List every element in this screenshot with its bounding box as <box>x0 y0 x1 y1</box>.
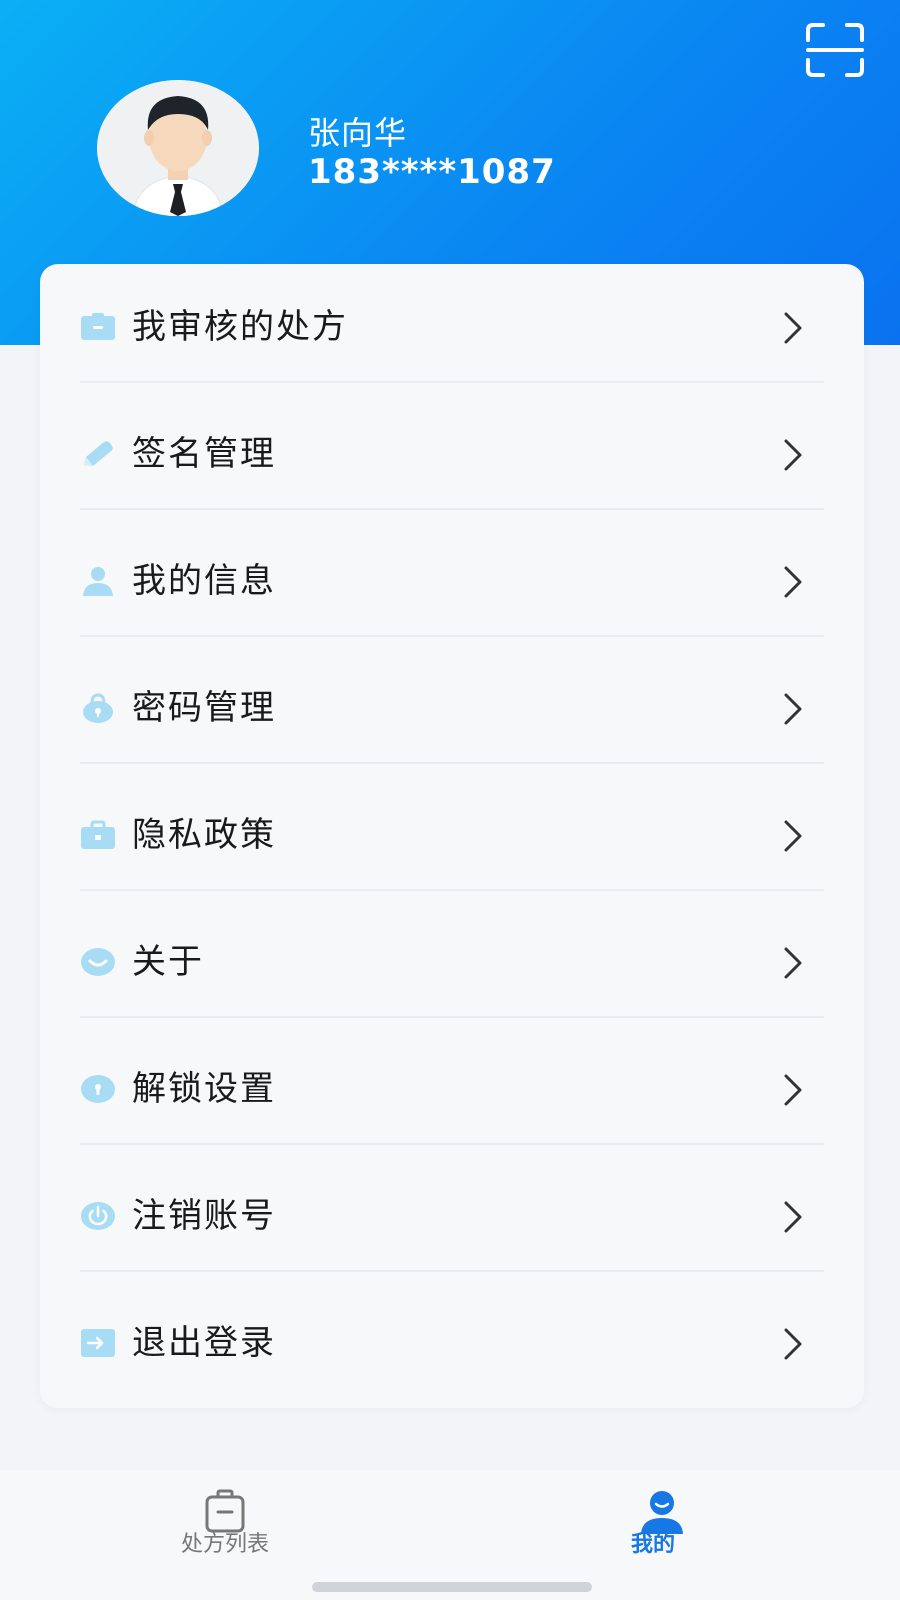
privacy-briefcase-icon <box>81 820 115 849</box>
menu-item-about[interactable]: 关于 <box>40 899 864 1026</box>
prescription-folder-icon <box>81 313 115 340</box>
doctor-avatar-icon <box>97 80 259 216</box>
divider <box>80 508 824 510</box>
chevron-right-icon <box>784 566 802 598</box>
menu-item-label: 注销账号 <box>132 1196 276 1236</box>
logout-icon <box>81 1329 115 1357</box>
profile-phone: 183****1087 <box>308 152 556 192</box>
menu-item-label: 退出登录 <box>132 1323 276 1363</box>
chevron-right-icon <box>784 947 802 979</box>
menu-item-label: 签名管理 <box>132 434 276 474</box>
clipboard-icon <box>205 1489 245 1533</box>
chevron-right-icon <box>784 312 802 344</box>
menu-item-logout[interactable]: 退出登录 <box>40 1280 864 1407</box>
profile-name: 张向华 <box>308 114 408 152</box>
divider <box>80 381 824 383</box>
menu-item-signature-management[interactable]: 签名管理 <box>40 391 864 518</box>
tab-label: 处方列表 <box>180 1532 269 1557</box>
menu-item-label: 密码管理 <box>132 688 276 728</box>
menu-item-my-info[interactable]: 我的信息 <box>40 518 864 645</box>
user-icon <box>83 567 113 596</box>
menu-card: 我审核的处方 签名管理 我的信息 密码管理 隐私政策 关于 解锁设置 注销账号 … <box>40 264 864 1408</box>
lock-icon <box>83 693 113 723</box>
chevron-right-icon <box>784 439 802 471</box>
unlock-icon <box>81 1075 115 1103</box>
tab-prescription-list[interactable]: 处方列表 <box>0 1470 450 1600</box>
profile-tab-icon <box>641 1491 683 1534</box>
tab-label: 我的 <box>630 1532 675 1557</box>
chevron-right-icon <box>784 1328 802 1360</box>
divider <box>80 762 824 764</box>
menu-item-reviewed-prescriptions[interactable]: 我审核的处方 <box>40 264 864 391</box>
tab-bar: 处方列表 我的 <box>0 1470 900 1600</box>
menu-item-label: 关于 <box>132 942 204 982</box>
menu-item-label: 我的信息 <box>132 561 276 601</box>
menu-item-password-management[interactable]: 密码管理 <box>40 645 864 772</box>
menu-item-label: 隐私政策 <box>132 815 276 855</box>
menu-item-privacy-policy[interactable]: 隐私政策 <box>40 772 864 899</box>
chevron-right-icon <box>784 1074 802 1106</box>
divider <box>80 1270 824 1272</box>
chevron-right-icon <box>784 820 802 852</box>
menu-item-label: 解锁设置 <box>132 1069 276 1109</box>
chevron-right-icon <box>784 1201 802 1233</box>
tab-mine[interactable]: 我的 <box>450 1470 900 1600</box>
menu-item-label: 我审核的处方 <box>132 307 348 347</box>
pencil-icon <box>84 441 113 466</box>
avatar[interactable] <box>97 80 259 216</box>
home-indicator <box>312 1582 592 1592</box>
scan-button[interactable] <box>805 22 865 78</box>
divider <box>80 1016 824 1018</box>
power-icon <box>81 1202 115 1230</box>
divider <box>80 1143 824 1145</box>
chevron-right-icon <box>784 693 802 725</box>
divider <box>80 889 824 891</box>
menu-item-cancel-account[interactable]: 注销账号 <box>40 1153 864 1280</box>
scan-icon <box>806 23 864 77</box>
smile-icon <box>81 948 115 976</box>
menu-item-unlock-settings[interactable]: 解锁设置 <box>40 1026 864 1153</box>
divider <box>80 635 824 637</box>
